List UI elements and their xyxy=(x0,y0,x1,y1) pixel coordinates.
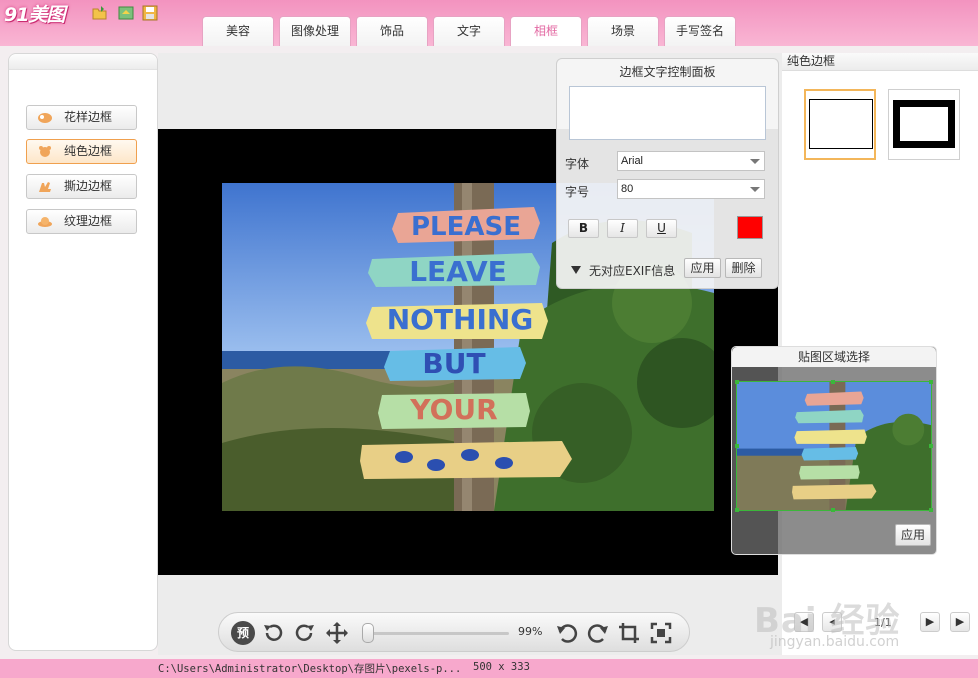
italic-button[interactable]: I xyxy=(607,219,638,238)
rotate-right-icon[interactable] xyxy=(293,621,317,645)
preview-button[interactable]: 预 xyxy=(231,621,255,645)
save-icon[interactable] xyxy=(142,5,158,21)
font-select-value: Arial xyxy=(621,155,644,167)
text-color-swatch[interactable] xyxy=(737,216,763,239)
font-label: 字体 xyxy=(565,157,590,171)
underline-button[interactable]: U xyxy=(646,219,677,238)
exif-label: 无对应EXIF信息 xyxy=(589,264,676,278)
apply-region-button[interactable]: 应用 xyxy=(895,524,931,546)
hat-icon xyxy=(38,217,52,227)
triangle-down-icon xyxy=(571,266,581,274)
flower-icon xyxy=(38,113,52,123)
panel-header xyxy=(9,54,157,70)
zoom-level: 99% xyxy=(518,625,543,638)
sidebar-item-torn-frame[interactable]: 撕边边框 xyxy=(26,174,137,199)
title-bar: 91美图 美容 图像处理 饰品 文字 相框 场景 手写签名 xyxy=(0,0,978,46)
tab-image-processing[interactable]: 图像处理 xyxy=(279,16,351,46)
region-selection-box[interactable] xyxy=(736,381,932,511)
app-logo: 91美图 xyxy=(4,4,65,26)
resize-handle[interactable] xyxy=(735,380,739,384)
zoom-slider-track[interactable] xyxy=(367,632,509,635)
panel-title: 纯色边框 xyxy=(782,53,978,71)
fit-screen-icon[interactable] xyxy=(649,621,673,645)
sign-your: YOUR xyxy=(409,393,497,426)
resize-handle[interactable] xyxy=(929,444,933,448)
tab-beauty[interactable]: 美容 xyxy=(202,16,274,46)
status-bar: C:\Users\Administrator\Desktop\存图片\pexel… xyxy=(0,659,978,678)
frame-category-panel: 花样边框 纯色边框 撕边边框 纹理边框 xyxy=(8,53,158,651)
undo-icon[interactable] xyxy=(555,621,579,645)
chevron-down-icon xyxy=(750,187,760,192)
sidebar-item-label: 花样边框 xyxy=(64,110,113,124)
region-thumbnail xyxy=(737,382,931,510)
export-icon[interactable] xyxy=(118,5,134,21)
rotate-left-icon[interactable] xyxy=(261,621,285,645)
bear-icon xyxy=(39,146,51,157)
resize-handle[interactable] xyxy=(735,508,739,512)
sign-please: PLEASE xyxy=(411,212,521,242)
frame-text-input[interactable] xyxy=(569,86,766,140)
sidebar-item-label: 撕边边框 xyxy=(64,179,113,193)
zoom-slider-handle[interactable] xyxy=(362,623,374,643)
size-label: 字号 xyxy=(565,185,590,199)
panel-title: 贴图区域选择 xyxy=(732,347,936,367)
tab-accessories[interactable]: 饰品 xyxy=(356,16,428,46)
tab-scenes[interactable]: 场景 xyxy=(587,16,659,46)
sticker-region-panel: 贴图区域选择 应用 xyxy=(731,346,937,555)
resize-handle[interactable] xyxy=(735,444,739,448)
chevron-down-icon xyxy=(750,159,760,164)
frame-thumb-thick[interactable] xyxy=(888,89,960,160)
sign-but: BUT xyxy=(422,347,485,380)
hand-icon xyxy=(39,182,51,192)
size-select-value: 80 xyxy=(621,183,634,195)
sign-leave: LEAVE xyxy=(409,255,507,288)
frame-thumb-thin[interactable] xyxy=(804,89,876,160)
resize-handle[interactable] xyxy=(831,380,835,384)
thin-frame-preview xyxy=(809,99,873,149)
sidebar-item-texture-frame[interactable]: 纹理边框 xyxy=(26,209,137,234)
resize-handle[interactable] xyxy=(929,508,933,512)
sign-nothing: NOTHING xyxy=(387,303,534,336)
view-toolbar: 预 99% xyxy=(218,612,690,652)
panel-title: 边框文字控制面板 xyxy=(619,65,716,79)
delete-text-button[interactable]: 删除 xyxy=(725,258,762,278)
exif-toggle[interactable]: 无对应EXIF信息 xyxy=(571,262,675,279)
move-icon[interactable] xyxy=(325,621,349,645)
font-select[interactable]: Arial xyxy=(617,151,765,171)
tab-frames[interactable]: 相框 xyxy=(510,16,582,46)
file-path: C:\Users\Administrator\Desktop\存图片\pexel… xyxy=(158,663,462,675)
sidebar-item-pattern-frame[interactable]: 花样边框 xyxy=(26,105,137,130)
bold-button[interactable]: B xyxy=(568,219,599,238)
watermark-url: jingyan.baidu.com xyxy=(770,634,900,650)
open-folder-icon[interactable] xyxy=(92,5,108,21)
redo-icon[interactable] xyxy=(586,621,610,645)
resize-handle[interactable] xyxy=(929,380,933,384)
crop-icon[interactable] xyxy=(617,621,641,645)
sidebar-item-label: 纯色边框 xyxy=(64,144,113,158)
image-dimensions: 500 x 333 xyxy=(473,661,530,673)
resize-handle[interactable] xyxy=(831,508,835,512)
frame-text-control-panel: 边框文字控制面板 字体 Arial 字号 80 B I U 无对应EXIF信息 … xyxy=(556,58,779,289)
baidu-watermark: Bai 经验 jingyan.baidu.com xyxy=(750,590,970,662)
thick-frame-preview xyxy=(893,100,955,148)
sidebar-item-label: 纹理边框 xyxy=(64,214,113,228)
tab-text[interactable]: 文字 xyxy=(433,16,505,46)
sidebar-item-solid-frame[interactable]: 纯色边框 xyxy=(26,139,137,164)
apply-text-button[interactable]: 应用 xyxy=(684,258,721,278)
tab-signature[interactable]: 手写签名 xyxy=(664,16,736,46)
size-select[interactable]: 80 xyxy=(617,179,765,199)
